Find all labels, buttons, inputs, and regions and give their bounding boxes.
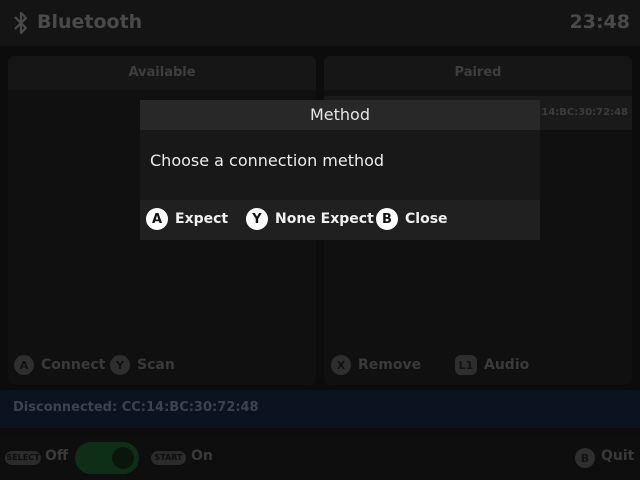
paired-panel-title: Paired	[324, 56, 632, 90]
remove-hint[interactable]: X Remove	[331, 355, 421, 375]
available-panel-title: Available	[8, 56, 316, 90]
connection-status: Disconnected: CC:14:BC:30:72:48	[13, 400, 259, 415]
none-expect-button[interactable]: Y None Expect	[246, 208, 374, 230]
x-button-icon: X	[331, 355, 351, 375]
toggle-knob	[112, 447, 134, 469]
connection-method-dialog: Method Choose a connection method A Expe…	[140, 100, 540, 240]
clock: 23:48	[569, 11, 630, 33]
dialog-actions: A Expect Y None Expect B Close	[140, 200, 540, 240]
expect-button[interactable]: A Expect	[146, 208, 228, 230]
dialog-message: Choose a connection method	[150, 151, 385, 170]
bluetooth-toggle[interactable]	[75, 442, 139, 474]
page-title: Bluetooth	[37, 11, 143, 33]
y-button-icon: Y	[246, 208, 268, 230]
none-expect-label: None Expect	[275, 211, 374, 227]
scan-hint[interactable]: Y Scan	[110, 355, 175, 375]
dialog-title: Method	[140, 100, 540, 130]
header-bar: Bluetooth 23:48	[0, 0, 640, 46]
y-button-icon: Y	[110, 355, 130, 375]
quit-label[interactable]: Quit	[601, 448, 634, 464]
audio-hint[interactable]: L1 Audio	[455, 355, 529, 375]
b-button-icon: B	[376, 208, 398, 230]
expect-label: Expect	[175, 211, 229, 227]
l1-button-icon: L1	[455, 355, 477, 375]
a-button-icon: A	[146, 208, 168, 230]
off-label: Off	[45, 448, 69, 464]
a-button-icon: A	[14, 355, 34, 375]
status-bar: Disconnected: CC:14:BC:30:72:48	[0, 390, 640, 428]
connect-hint[interactable]: A Connect	[14, 355, 105, 375]
on-label: On	[191, 448, 213, 464]
start-button-icon: START	[151, 451, 186, 465]
bluetooth-icon	[14, 11, 28, 35]
remove-label: Remove	[358, 357, 422, 373]
audio-label: Audio	[484, 357, 530, 373]
scan-label: Scan	[137, 357, 175, 373]
close-label: Close	[405, 211, 448, 227]
close-button[interactable]: B Close	[376, 208, 448, 230]
footer-bar: SELECT Off START On B Quit	[0, 436, 640, 480]
select-button-icon: SELECT	[5, 451, 41, 465]
b-button-icon: B	[575, 448, 595, 468]
connect-label: Connect	[41, 357, 106, 373]
